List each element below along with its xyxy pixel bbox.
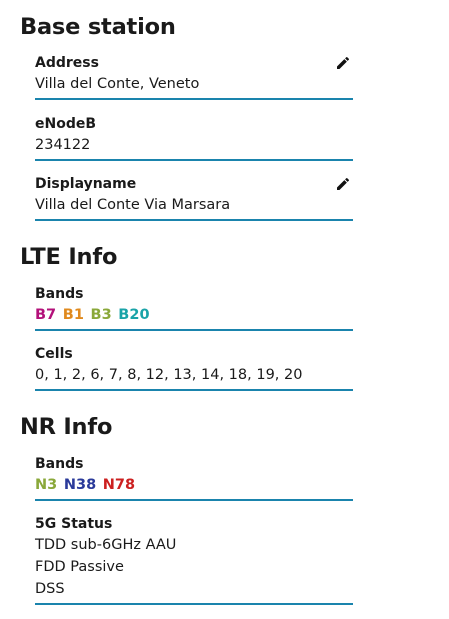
base-station-title: Base station bbox=[20, 14, 176, 40]
nr-info-title: NR Info bbox=[20, 414, 113, 440]
5g-status-label: 5G Status bbox=[35, 516, 113, 532]
pencil-icon[interactable] bbox=[335, 55, 351, 71]
displayname-field: Displayname Villa del Conte Via Marsara bbox=[35, 174, 353, 221]
lte-cells-field: Cells 0, 1, 2, 6, 7, 8, 12, 13, 14, 18, … bbox=[35, 344, 353, 391]
band-b20: B20 bbox=[118, 307, 150, 323]
enodeb-value: 234122 bbox=[35, 137, 91, 153]
5g-status-line: FDD Passive bbox=[35, 559, 124, 575]
displayname-value: Villa del Conte Via Marsara bbox=[35, 197, 231, 213]
pencil-icon[interactable] bbox=[335, 176, 351, 192]
band-n38: N38 bbox=[63, 477, 97, 493]
address-label: Address bbox=[35, 55, 99, 71]
band-b1: B1 bbox=[62, 307, 84, 323]
lte-bands-field: Bands B7 B1 B3 B20 bbox=[35, 284, 353, 331]
lte-bands-label: Bands bbox=[35, 286, 84, 302]
lte-cells-label: Cells bbox=[35, 346, 73, 362]
band-n3: N3 bbox=[35, 477, 58, 493]
band-b7: B7 bbox=[35, 307, 57, 323]
enodeb-field: eNodeB 234122 bbox=[35, 114, 353, 161]
5g-status-line: TDD sub-6GHz AAU bbox=[35, 537, 177, 553]
nr-bands-field: Bands N3 N38 N78 bbox=[35, 454, 353, 501]
lte-bands-list: B7 B1 B3 B20 bbox=[35, 304, 353, 326]
nr-bands-label: Bands bbox=[35, 456, 84, 472]
nr-bands-list: N3 N38 N78 bbox=[35, 474, 353, 496]
band-n78: N78 bbox=[102, 477, 136, 493]
address-field: Address Villa del Conte, Veneto bbox=[35, 53, 353, 100]
band-b3: B3 bbox=[90, 307, 112, 323]
address-value: Villa del Conte, Veneto bbox=[35, 76, 200, 92]
lte-cells-value: 0, 1, 2, 6, 7, 8, 12, 13, 14, 18, 19, 20 bbox=[35, 367, 303, 383]
lte-info-title: LTE Info bbox=[20, 244, 118, 270]
displayname-label: Displayname bbox=[35, 176, 137, 192]
5g-status-field: 5G Status TDD sub-6GHz AAU FDD Passive D… bbox=[35, 514, 353, 605]
5g-status-line: DSS bbox=[35, 581, 65, 597]
enodeb-label: eNodeB bbox=[35, 116, 97, 132]
